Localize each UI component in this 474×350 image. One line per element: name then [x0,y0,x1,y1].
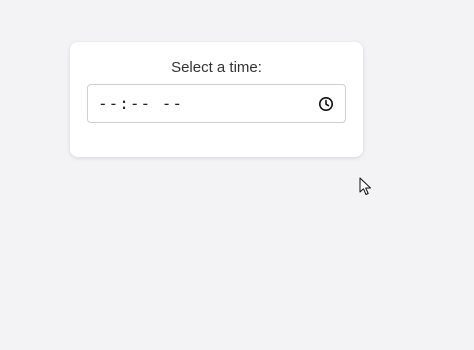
time-card: Select a time: --:-- -- [70,42,363,157]
mouse-cursor-icon [359,177,371,195]
time-input-value[interactable]: --:-- -- [98,94,183,113]
time-input[interactable]: --:-- -- [87,84,346,123]
clock-icon[interactable] [318,96,334,112]
time-label: Select a time: [171,59,262,76]
